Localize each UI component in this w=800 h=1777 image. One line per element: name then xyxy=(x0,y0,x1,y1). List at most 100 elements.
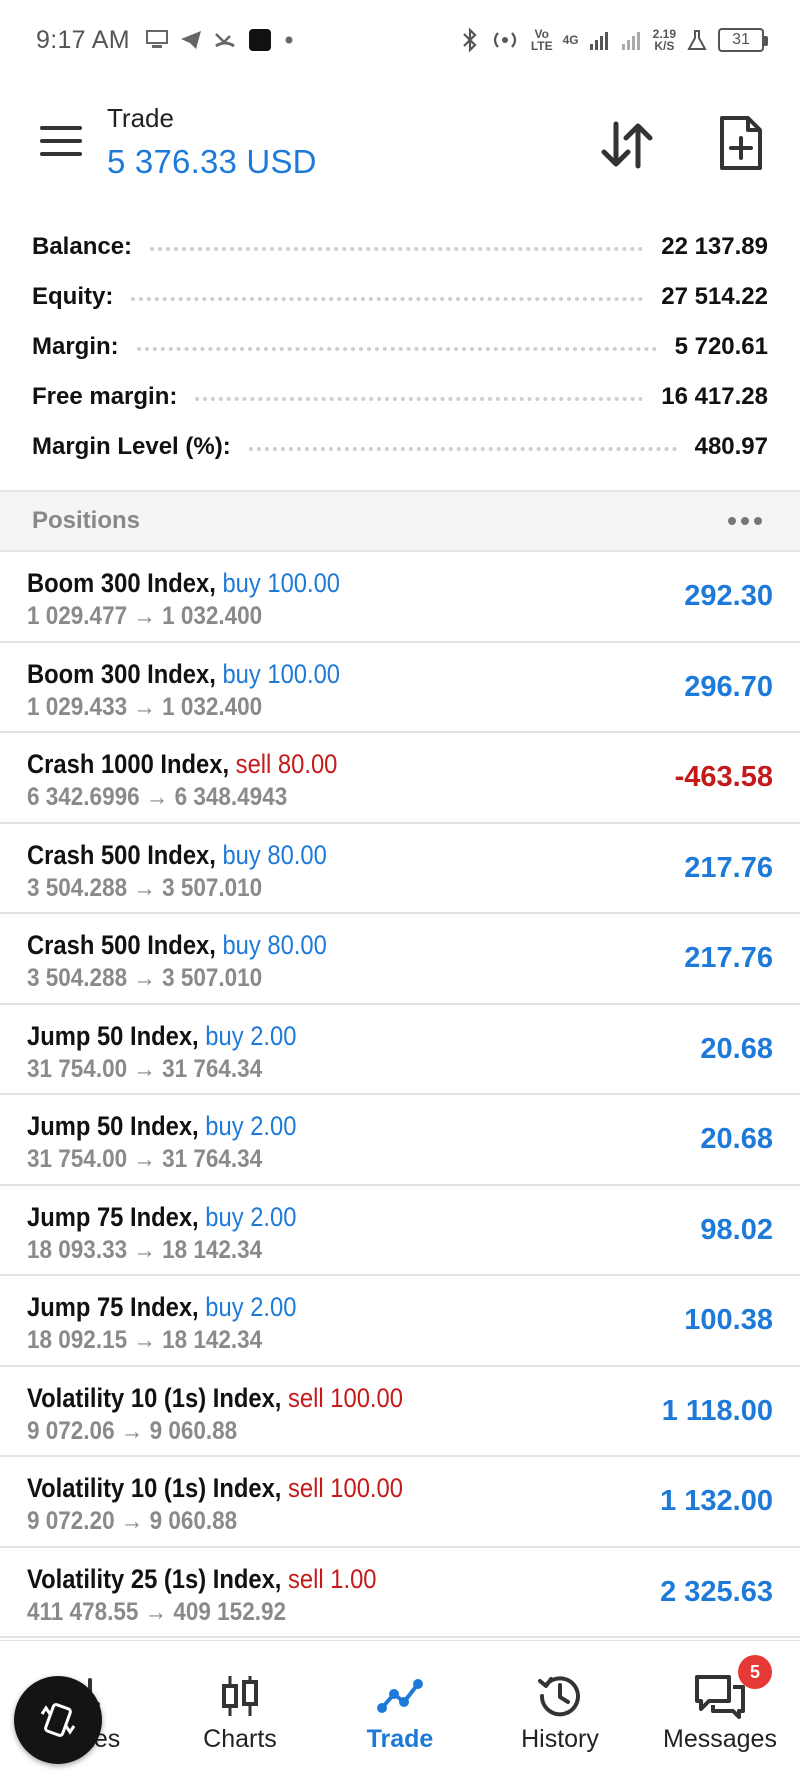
more-dots-icon xyxy=(728,517,736,525)
more-dots-icon xyxy=(754,517,762,525)
position-profit: 217.76 xyxy=(684,942,773,974)
position-row[interactable]: Jump 75 Index, buy 2.00 18 093.33 → 18 1… xyxy=(0,1186,800,1276)
position-row[interactable]: Crash 500 Index, buy 80.00 3 504.288 → 3… xyxy=(0,914,800,1005)
nav-messages[interactable]: Messages 5 xyxy=(640,1641,800,1777)
position-title: Boom 300 Index, buy 100.00 xyxy=(27,568,340,599)
lab-flask-icon xyxy=(687,30,707,50)
position-prices: 1 029.433 → 1 032.400 xyxy=(27,692,263,721)
dotted-leader xyxy=(150,247,644,251)
status-time: 9:17 AM xyxy=(36,25,130,54)
position-symbol: Crash 500 Index, xyxy=(27,839,216,870)
position-symbol: Volatility 25 (1s) Index, xyxy=(27,1563,282,1594)
account-summary: Balance: 22 137.89 Equity: 27 514.22 Mar… xyxy=(0,222,800,472)
summary-value: 16 417.28 xyxy=(661,383,768,410)
summary-value: 27 514.22 xyxy=(661,283,768,310)
charts-icon xyxy=(222,1676,258,1716)
position-direction: sell 100.00 xyxy=(288,1382,403,1413)
position-row[interactable]: Volatility 25 (1s) Index, sell 1.00 411 … xyxy=(0,1548,800,1638)
messages-badge: 5 xyxy=(738,1655,772,1689)
menu-button[interactable] xyxy=(40,126,84,160)
nav-label: Charts xyxy=(203,1725,277,1753)
app-header: Trade 5 376.33 USD xyxy=(0,88,800,198)
position-title: Volatility 25 (1s) Index, sell 1.00 xyxy=(27,1564,377,1595)
position-symbol: Crash 500 Index, xyxy=(27,930,216,960)
position-direction: buy 80.00 xyxy=(222,930,327,960)
position-row[interactable]: Boom 300 Index, buy 100.00 1 029.433 → 1… xyxy=(0,643,800,733)
dotted-leader xyxy=(136,347,657,351)
position-profit: 20.68 xyxy=(700,1123,773,1155)
position-title: Boom 300 Index, buy 100.00 xyxy=(27,659,340,690)
position-prices: 31 754.00 → 31 764.34 xyxy=(27,1145,263,1173)
position-direction: buy 2.00 xyxy=(205,1292,297,1322)
summary-label: Balance: xyxy=(32,233,133,260)
position-direction: sell 1.00 xyxy=(288,1563,377,1594)
summary-label: Margin: xyxy=(32,333,119,360)
nav-label: History xyxy=(521,1725,599,1753)
position-symbol: Jump 50 Index, xyxy=(27,1111,199,1141)
position-title: Jump 75 Index, buy 2.00 xyxy=(27,1202,296,1233)
position-prices: 1 029.477 → 1 032.400 xyxy=(27,602,263,630)
position-title: Crash 500 Index, buy 80.00 xyxy=(27,840,327,871)
menu-icon-bar xyxy=(40,152,82,156)
position-title: Crash 500 Index, buy 80.00 xyxy=(27,930,327,961)
position-prices: 9 072.20 → 9 060.88 xyxy=(27,1507,238,1535)
position-direction: buy 100.00 xyxy=(222,568,341,598)
position-row[interactable]: Jump 50 Index, buy 2.00 31 754.00 → 31 7… xyxy=(0,1005,800,1095)
position-row[interactable]: Jump 50 Index, buy 2.00 31 754.00 → 31 7… xyxy=(0,1095,800,1186)
position-row[interactable]: Volatility 10 (1s) Index, sell 100.00 9 … xyxy=(0,1367,800,1457)
position-row[interactable]: Crash 500 Index, buy 80.00 3 504.288 → 3… xyxy=(0,824,800,914)
rotate-icon xyxy=(40,1703,76,1737)
trade-icon xyxy=(377,1679,423,1713)
telegram-icon xyxy=(180,31,201,49)
nav-charts[interactable]: Charts xyxy=(160,1641,320,1777)
position-profit: 1 132.00 xyxy=(660,1485,773,1517)
page-title: Trade xyxy=(107,103,174,133)
position-profit: 2 325.63 xyxy=(660,1575,773,1608)
positions-list: Boom 300 Index, buy 100.00 1 029.477 → 1… xyxy=(0,552,800,1638)
dotted-leader xyxy=(248,447,677,451)
position-symbol: Jump 50 Index, xyxy=(27,1020,199,1051)
position-symbol: Jump 75 Index, xyxy=(27,1201,199,1232)
new-document-icon xyxy=(720,116,762,170)
position-symbol: Volatility 10 (1s) Index, xyxy=(27,1382,282,1413)
position-prices: 6 342.6996 → 6 348.4943 xyxy=(27,783,288,811)
missed-call-icon xyxy=(214,33,235,48)
nav-trade[interactable]: Trade xyxy=(320,1641,480,1777)
position-symbol: Boom 300 Index, xyxy=(27,658,216,689)
network-4g-indicator: 4G xyxy=(562,33,579,47)
status-bar: 9:17 AM Vo LTE 4G 2.19 K/S 31 xyxy=(0,0,800,80)
position-title: Crash 1000 Index, sell 80.00 xyxy=(27,749,337,780)
position-profit: 1 118.00 xyxy=(661,1394,773,1427)
position-row[interactable]: Volatility 10 (1s) Index, sell 100.00 9 … xyxy=(0,1457,800,1548)
nav-history[interactable]: History xyxy=(480,1641,640,1777)
position-row[interactable]: Jump 75 Index, buy 2.00 18 092.15 → 18 1… xyxy=(0,1276,800,1367)
position-prices: 18 092.15 → 18 142.34 xyxy=(27,1326,263,1354)
summary-value: 480.97 xyxy=(694,433,768,460)
position-title: Jump 50 Index, buy 2.00 xyxy=(27,1111,296,1142)
rotate-screen-button[interactable] xyxy=(14,1676,102,1764)
position-direction: buy 2.00 xyxy=(205,1201,297,1232)
hotspot-icon xyxy=(493,32,516,48)
signal-2-icon xyxy=(621,32,640,50)
position-profit: 296.70 xyxy=(684,670,773,703)
history-icon xyxy=(538,1676,580,1717)
more-dots-icon xyxy=(741,517,749,525)
profit-total: 5 376.33 USD xyxy=(107,143,317,180)
position-row[interactable]: Crash 1000 Index, sell 80.00 6 342.6996 … xyxy=(0,733,800,824)
position-title: Jump 75 Index, buy 2.00 xyxy=(27,1292,296,1323)
sort-button[interactable] xyxy=(598,118,656,172)
position-symbol: Volatility 10 (1s) Index, xyxy=(27,1473,282,1503)
position-row[interactable]: Boom 300 Index, buy 100.00 1 029.477 → 1… xyxy=(0,552,800,643)
dotted-leader xyxy=(131,297,644,301)
bottom-navigation: Quotes Charts Trade xyxy=(0,1640,800,1777)
position-direction: buy 2.00 xyxy=(205,1020,297,1051)
positions-more-button[interactable] xyxy=(728,517,762,525)
app-icon xyxy=(248,29,271,51)
new-order-button[interactable] xyxy=(718,114,764,172)
position-symbol: Boom 300 Index, xyxy=(27,568,216,598)
position-direction: sell 100.00 xyxy=(288,1473,403,1503)
nav-label: Trade xyxy=(366,1725,434,1753)
summary-label: Free margin: xyxy=(32,383,178,410)
menu-icon-bar xyxy=(40,139,82,143)
summary-row-margin-level: Margin Level (%): 480.97 xyxy=(0,422,800,472)
